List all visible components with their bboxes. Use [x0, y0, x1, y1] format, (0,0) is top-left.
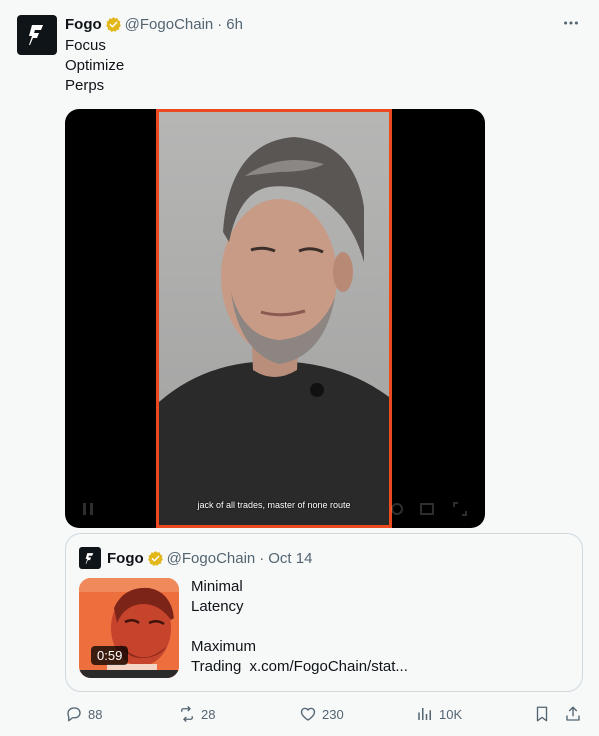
fullscreen-icon[interactable]	[453, 502, 467, 516]
quoted-line	[191, 617, 408, 637]
quoted-tweet[interactable]: Fogo @FogoChain · Oct 14 0:59 Minimal La…	[65, 533, 583, 692]
quoted-avatar	[79, 547, 101, 569]
verified-badge-icon	[105, 16, 121, 32]
quoted-video-thumbnail[interactable]: 0:59	[79, 578, 179, 678]
repost-button[interactable]: 28	[178, 703, 215, 725]
video-frame[interactable]: jack of all trades, master of none route	[156, 109, 392, 528]
fogo-logo-icon	[85, 552, 94, 564]
share-icon	[566, 706, 580, 721]
video-player[interactable]: jack of all trades, master of none route	[65, 109, 485, 528]
more-button[interactable]	[561, 13, 581, 33]
fogo-logo-icon	[29, 25, 43, 45]
video-still-image	[159, 137, 389, 525]
quoted-header: Fogo @FogoChain · Oct 14	[79, 547, 312, 569]
separator: ·	[217, 15, 223, 33]
tweet-text: Focus Optimize Perps	[65, 36, 124, 96]
tweet-card[interactable]: Fogo @FogoChain · 6h Focus Optimize Perp…	[0, 0, 599, 736]
repost-count: 28	[201, 706, 216, 722]
views-count: 10K	[439, 706, 463, 722]
quoted-text: Minimal Latency Maximum Trading x.com/Fo…	[191, 577, 408, 677]
handle[interactable]: @FogoChain	[125, 16, 214, 33]
video-subtitle: jack of all trades, master of none route	[197, 500, 351, 510]
timestamp[interactable]: 6h	[226, 16, 243, 33]
quoted-date: Oct 14	[268, 549, 313, 567]
more-icon	[564, 21, 578, 25]
pip-icon[interactable]	[420, 502, 434, 516]
like-icon	[300, 707, 316, 721]
avatar[interactable]	[17, 15, 57, 55]
action-bar: 88 28 230 10K	[65, 703, 585, 725]
tweet-line: Perps	[65, 77, 105, 94]
bookmark-icon	[536, 706, 548, 722]
quoted-link[interactable]: x.com/FogoChain/stat...	[249, 658, 407, 675]
verified-badge-icon	[147, 550, 163, 566]
tweet-line: Focus	[65, 37, 106, 54]
quoted-display-name: Fogo	[107, 549, 144, 567]
quoted-line: Trading	[191, 658, 242, 675]
video-duration-badge: 0:59	[91, 646, 129, 665]
bookmark-button[interactable]	[533, 703, 556, 725]
quoted-line: Minimal	[191, 578, 243, 595]
quoted-line: Latency	[191, 598, 244, 615]
tweet-header: Fogo @FogoChain · 6h	[65, 14, 243, 34]
like-button[interactable]: 230	[299, 703, 344, 725]
reply-count: 88	[88, 706, 103, 722]
quoted-line: Maximum	[191, 638, 257, 655]
reply-button[interactable]: 88	[65, 703, 102, 725]
tweet-line: Optimize	[65, 57, 125, 74]
share-button[interactable]	[564, 703, 587, 725]
pause-icon[interactable]	[81, 502, 95, 516]
quoted-last-line: Trading x.com/FogoChain/stat...	[191, 657, 408, 677]
reply-icon	[67, 707, 81, 722]
display-name[interactable]: Fogo	[65, 16, 102, 33]
settings-icon[interactable]	[390, 502, 404, 516]
quoted-handle: @FogoChain	[166, 549, 256, 567]
like-count: 230	[322, 706, 344, 722]
separator: ·	[259, 549, 265, 567]
views-icon	[418, 708, 431, 720]
views-button[interactable]: 10K	[416, 703, 462, 725]
repost-icon	[181, 706, 193, 722]
